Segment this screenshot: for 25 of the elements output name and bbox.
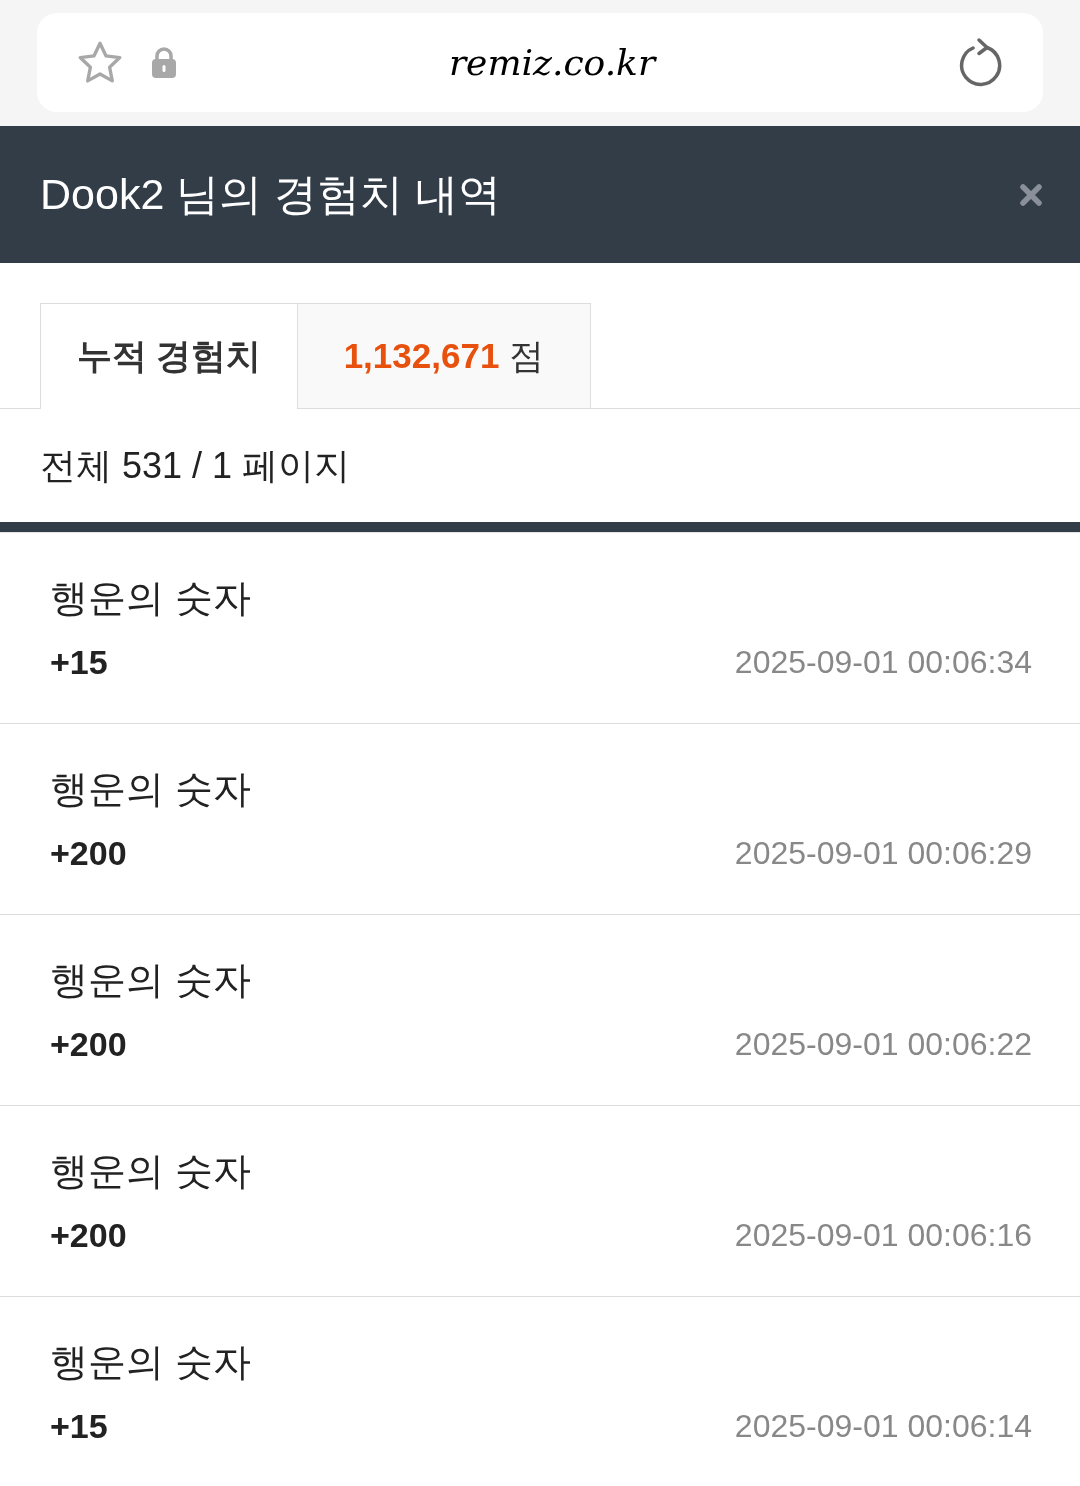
lock-icon: [151, 46, 177, 79]
summary-label: 누적 경험치: [40, 303, 298, 409]
entry-datetime: 2025-09-01 00:06:14: [734, 1407, 1032, 1446]
entry-amount: +200: [50, 832, 127, 874]
entry-title: 행운의 숫자: [50, 575, 251, 621]
entry-title: 행운의 숫자: [50, 1148, 251, 1194]
url-text: remiz.co.kr: [448, 40, 656, 85]
reload-icon[interactable]: [957, 36, 1003, 89]
entry-title: 행운의 숫자: [50, 1339, 251, 1385]
entry-amount: +15: [50, 1405, 108, 1447]
entry-datetime: 2025-09-01 00:06:34: [734, 643, 1032, 682]
close-icon[interactable]: [1020, 183, 1042, 206]
entry-datetime: 2025-09-01 00:06:16: [734, 1216, 1032, 1255]
address-bar[interactable]: remiz.co.kr: [37, 13, 1043, 112]
entry-amount: +200: [50, 1214, 127, 1256]
points-unit: 점: [509, 334, 545, 377]
entry-amount: +15: [50, 641, 108, 683]
entry-title: 행운의 숫자: [50, 766, 251, 812]
entry-amount: +200: [50, 1023, 127, 1065]
experience-total: 1,132,671: [343, 334, 500, 377]
page-count-text: 전체 531 / 1 페이지: [40, 443, 351, 488]
entry-datetime: 2025-09-01 00:06:29: [734, 834, 1032, 873]
page-title: Dook2 님의 경험치 내역: [40, 169, 502, 221]
entry-title: 행운의 숫자: [50, 957, 251, 1003]
entry-datetime: 2025-09-01 00:06:22: [734, 1025, 1032, 1064]
